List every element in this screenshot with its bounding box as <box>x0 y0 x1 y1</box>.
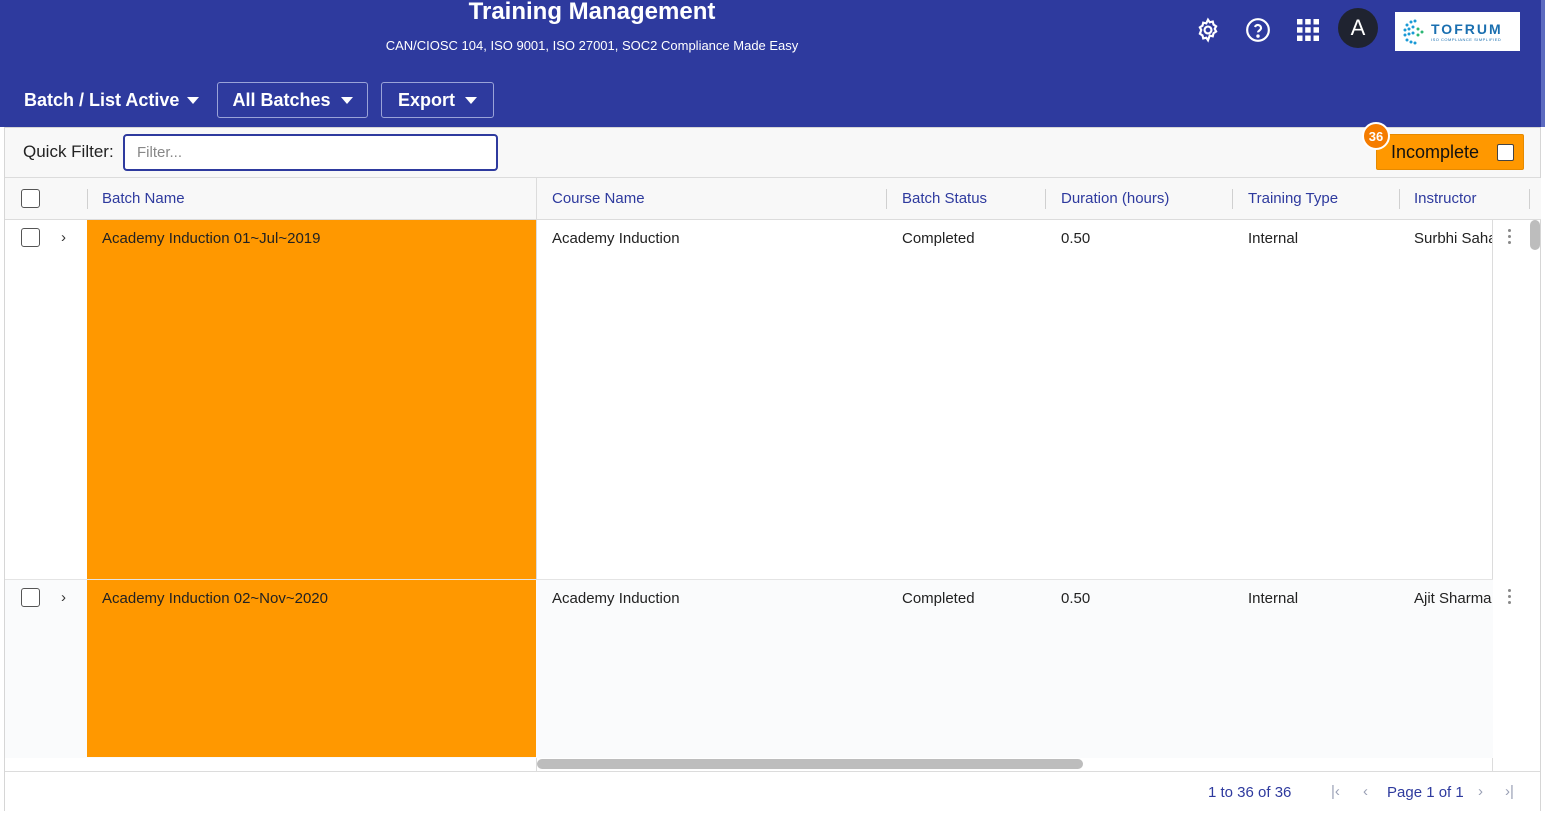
column-header-duration[interactable]: Duration (hours) <box>1061 190 1169 207</box>
select-all-checkbox[interactable] <box>21 189 40 208</box>
next-page-icon[interactable]: › <box>1478 783 1483 800</box>
all-batches-label: All Batches <box>232 89 331 110</box>
caret-down-icon <box>187 97 200 104</box>
row-more-icon[interactable] <box>1504 229 1514 244</box>
grid-panel: Quick Filter: Incomplete 36 Batch Name C… <box>4 122 1541 811</box>
vertical-scroll-thumb[interactable] <box>1530 220 1540 250</box>
quick-filter-label: Quick Filter: <box>23 142 114 161</box>
last-page-icon[interactable]: ›| <box>1505 783 1514 800</box>
column-header-training-type[interactable]: Training Type <box>1248 190 1338 207</box>
row-more-icon[interactable] <box>1504 589 1514 604</box>
grid-header: Batch Name Course Name Batch Status Dura… <box>5 178 1541 220</box>
app-subtitle: CAN/CIOSC 104, ISO 9001, ISO 27001, SOC2… <box>385 38 799 53</box>
training-type-cell: Internal <box>1248 230 1299 247</box>
batch-cell-highlight <box>87 220 536 579</box>
quick-filter-input[interactable] <box>123 134 498 171</box>
horizontal-scroll-thumb[interactable] <box>537 759 1083 769</box>
column-separator <box>886 189 887 209</box>
incomplete-label: Incomplete <box>1391 141 1480 162</box>
logo-icon <box>1403 19 1424 44</box>
table-row[interactable]: › Academy Induction 01~Jul~2019 Academy … <box>5 220 1493 580</box>
all-batches-button[interactable]: All Batches <box>217 82 368 118</box>
export-button[interactable]: Export <box>381 82 494 118</box>
column-header-batch-status[interactable]: Batch Status <box>902 190 987 207</box>
gear-icon[interactable] <box>1194 16 1222 44</box>
vertical-scrollbar[interactable] <box>1529 220 1541 758</box>
row-range-text: 1 to 36 of 36 <box>1208 784 1292 801</box>
dot <box>1507 229 1511 232</box>
dot <box>1507 241 1511 244</box>
toolbar: Batch / List Active All Batches Export <box>0 64 1545 127</box>
dot <box>1507 589 1511 592</box>
row-checkbox[interactable] <box>21 588 40 607</box>
help-icon[interactable] <box>1244 16 1272 44</box>
incomplete-count-badge: 36 <box>1362 122 1390 150</box>
batch-status-cell: Completed <box>902 590 975 607</box>
column-header-instructor[interactable]: Instructor <box>1414 190 1477 207</box>
logo-name: TOFRUM <box>1431 20 1503 37</box>
dot <box>1507 595 1511 598</box>
column-separator <box>1529 189 1530 209</box>
caret-down-icon <box>465 96 477 104</box>
previous-page-icon[interactable]: ‹ <box>1363 783 1368 800</box>
incomplete-toggle[interactable]: Incomplete <box>1376 134 1524 170</box>
column-separator <box>1232 189 1233 209</box>
batch-status-cell: Completed <box>902 230 975 247</box>
batch-list-menu-label: Batch / List Active <box>24 90 180 110</box>
column-separator <box>87 189 88 209</box>
dot <box>1507 601 1511 604</box>
export-label: Export <box>397 89 455 110</box>
avatar[interactable]: A <box>1338 8 1378 48</box>
table-row[interactable]: › Academy Induction 02~Nov~2020 Academy … <box>5 580 1493 758</box>
horizontal-scrollbar[interactable] <box>536 758 1492 770</box>
instructor-cell: Ajit Sharma <box>1414 590 1492 607</box>
page-indicator: Page 1 of 1 <box>1387 784 1464 801</box>
column-header-course-name[interactable]: Course Name <box>552 190 645 207</box>
course-name-cell: Academy Induction <box>552 230 680 247</box>
app-title: Training Management <box>468 0 716 25</box>
training-type-cell: Internal <box>1248 590 1299 607</box>
batch-name-cell[interactable]: Academy Induction 01~Jul~2019 <box>102 230 321 247</box>
duration-cell: 0.50 <box>1061 230 1091 247</box>
first-page-icon[interactable]: |‹ <box>1331 783 1340 800</box>
row-checkbox[interactable] <box>21 228 40 247</box>
column-header-batch-name[interactable]: Batch Name <box>102 190 185 207</box>
dot <box>1507 235 1511 238</box>
batch-name-cell[interactable]: Academy Induction 02~Nov~2020 <box>102 590 328 607</box>
column-separator <box>1399 189 1400 209</box>
pagination-bar: 1 to 36 of 36 |‹ ‹ Page 1 of 1 › ›| <box>5 771 1540 811</box>
duration-cell: 0.50 <box>1061 590 1091 607</box>
logo-tagline: ISO COMPLIANCE SIMPLIFIED <box>1431 36 1502 42</box>
incomplete-checkbox[interactable] <box>1497 143 1515 161</box>
expand-row-icon[interactable]: › <box>61 229 66 246</box>
company-logo: TOFRUM ISO COMPLIANCE SIMPLIFIED <box>1395 12 1520 51</box>
filter-bar: Quick Filter: Incomplete 36 <box>5 122 1540 178</box>
column-separator <box>1045 189 1046 209</box>
app-header: Training Management CAN/CIOSC 104, ISO 9… <box>0 0 1545 64</box>
caret-down-icon <box>340 96 353 104</box>
apps-grid-icon[interactable] <box>1294 16 1322 44</box>
batch-list-menu[interactable]: Batch / List Active <box>24 90 200 111</box>
expand-row-icon[interactable]: › <box>61 589 66 606</box>
instructor-cell: Surbhi Saha <box>1414 230 1492 247</box>
course-name-cell: Academy Induction <box>552 590 680 607</box>
